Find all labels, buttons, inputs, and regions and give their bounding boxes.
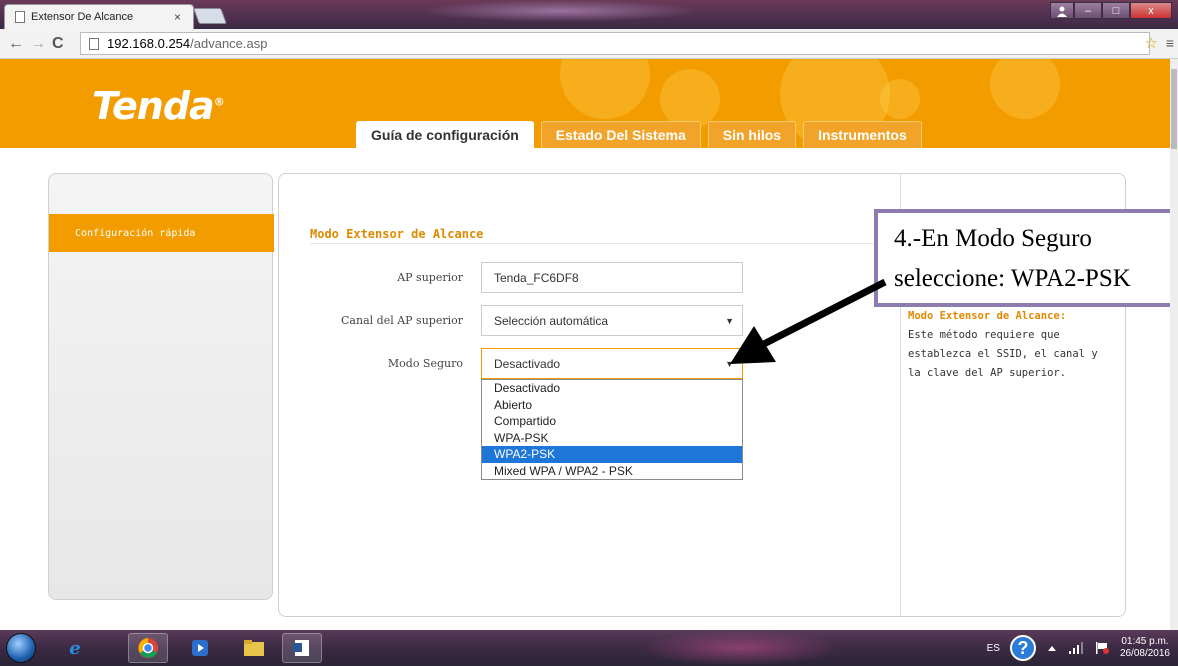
internet-explorer-icon[interactable]: e (55, 633, 95, 663)
system-tray: ES ? 01:45 p.m. 26/08/2016 (987, 632, 1170, 664)
taskbar: e ES ? 01:45 p.m. 26/08/2016 (0, 630, 1178, 666)
back-arrow-icon[interactable]: ← (8, 35, 24, 53)
dropdown-option[interactable]: Desactivado (482, 380, 742, 397)
help-title: Modo Extensor de Alcance: (908, 310, 1067, 322)
tab-tools[interactable]: Instrumentos (803, 121, 922, 148)
logo-text: Tenda (92, 84, 215, 128)
media-player-icon[interactable] (180, 633, 220, 663)
section-divider (310, 243, 882, 244)
window-titlebar: Extensor De Alcance × – □ x (0, 0, 1178, 29)
sidebar-item-quick-setup[interactable]: Configuración rápida (49, 214, 274, 252)
folder-icon (244, 640, 264, 656)
minimize-button[interactable]: – (1074, 2, 1102, 19)
forward-arrow-icon[interactable]: → (30, 35, 46, 53)
browser-toolbar: ← → C 192.168.0.254/advance.asp ☆ ≡ (0, 29, 1178, 59)
titlebar-glow (420, 0, 700, 22)
window-controls: – □ x (1050, 2, 1172, 19)
tab-close-icon[interactable]: × (174, 10, 181, 24)
start-button-icon[interactable] (6, 633, 36, 663)
close-window-button[interactable]: x (1130, 2, 1172, 19)
sidebar: Configuración rápida (48, 173, 274, 600)
channel-select[interactable]: Selección automática ▼ (481, 305, 743, 336)
callout-line-1: 4.-En Modo Seguro (894, 225, 1092, 252)
decor-bubble (880, 79, 920, 119)
security-label: Modo Seguro (387, 357, 463, 370)
show-hidden-icons-icon[interactable] (1046, 643, 1058, 653)
user-profile-button[interactable] (1050, 2, 1074, 19)
dropdown-option[interactable]: WPA-PSK (482, 430, 742, 447)
decor-bubble (990, 59, 1060, 119)
dropdown-option[interactable]: Compartido (482, 413, 742, 430)
network-signal-icon[interactable] (1068, 641, 1084, 655)
decor-bubble (560, 59, 650, 119)
tenda-logo: Tenda® (92, 84, 225, 128)
security-dropdown-list: Desactivado Abierto Compartido WPA-PSK W… (481, 379, 743, 480)
reload-icon[interactable]: C (52, 35, 64, 53)
tab-system-status[interactable]: Estado Del Sistema (540, 121, 701, 148)
action-center-flag-icon[interactable] (1094, 641, 1110, 655)
page-icon (89, 38, 99, 50)
help-icon[interactable]: ? (1009, 635, 1036, 661)
channel-label: Canal del AP superior (341, 314, 463, 327)
play-icon (192, 640, 208, 656)
dropdown-option[interactable]: Mixed WPA / WPA2 - PSK (482, 463, 742, 480)
ap-value: Tenda_FC6DF8 (494, 271, 579, 285)
page-icon (15, 11, 25, 23)
logo-reg: ® (213, 95, 225, 109)
language-indicator[interactable]: ES (987, 643, 1000, 654)
clock-time: 01:45 p.m. (1121, 636, 1169, 647)
tab-title: Extensor De Alcance (31, 11, 134, 23)
dropdown-option[interactable]: Abierto (482, 397, 742, 414)
dropdown-option-selected[interactable]: WPA2-PSK (482, 446, 742, 463)
channel-value: Selección automática (494, 314, 609, 328)
main-nav-tabs: Guía de configuración Estado Del Sistema… (356, 121, 922, 148)
chrome-icon[interactable] (128, 633, 168, 663)
ap-label: AP superior (397, 271, 463, 284)
taskbar-glow (640, 630, 840, 666)
tab-wireless[interactable]: Sin hilos (707, 121, 797, 148)
annotation-callout: 4.-En Modo Seguro seleccione: WPA2-PSK (874, 209, 1170, 307)
file-explorer-icon[interactable] (234, 633, 274, 663)
url-path: /advance.asp (190, 36, 268, 51)
chrome-logo-icon (138, 638, 158, 658)
clock[interactable]: 01:45 p.m. 26/08/2016 (1120, 636, 1170, 660)
document-icon (293, 640, 309, 656)
annotation-arrow-icon (730, 278, 887, 364)
browser-tab[interactable]: Extensor De Alcance × (4, 4, 194, 29)
ap-input[interactable]: Tenda_FC6DF8 (481, 262, 743, 293)
page-header: Tenda® Guía de configuración Estado Del … (0, 59, 1170, 148)
maximize-button[interactable]: □ (1102, 2, 1130, 19)
help-body: Este método requiere que establezca el S… (908, 329, 1098, 379)
security-select[interactable]: Desactivado ▼ (481, 348, 743, 379)
security-value: Desactivado (494, 357, 561, 371)
bookmark-star-icon[interactable]: ☆ (1145, 34, 1158, 52)
browser-menu-icon[interactable]: ≡ (1166, 35, 1174, 51)
address-bar[interactable]: 192.168.0.254/advance.asp (80, 32, 1150, 55)
section-title: Modo Extensor de Alcance (310, 227, 484, 241)
help-text: Modo Extensor de Alcance: Este método re… (908, 307, 1108, 383)
scrollbar-thumb[interactable] (1171, 69, 1177, 149)
page-scrollbar[interactable] (1170, 59, 1178, 630)
tab-setup-guide[interactable]: Guía de configuración (356, 121, 534, 148)
url-host: 192.168.0.254 (107, 36, 191, 51)
router-page: Tenda® Guía de configuración Estado Del … (0, 59, 1170, 630)
clock-date: 26/08/2016 (1119, 648, 1170, 659)
new-tab-button[interactable] (193, 8, 227, 24)
decor-bubble (660, 69, 720, 129)
user-icon (1057, 6, 1067, 17)
callout-line-2: seleccione: WPA2-PSK (894, 265, 1131, 292)
word-icon[interactable] (282, 633, 322, 663)
